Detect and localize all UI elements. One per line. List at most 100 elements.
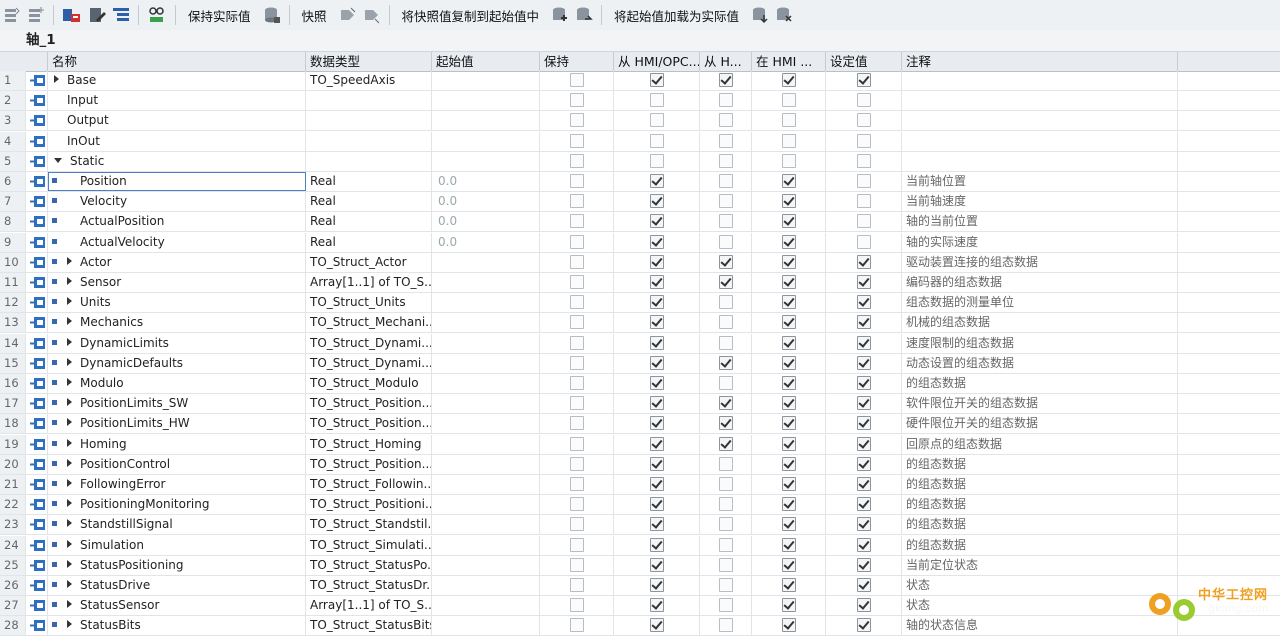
visible-in-hmi-checkbox[interactable]: [782, 295, 796, 310]
table-row[interactable]: 18 PositionLimits_HW TO_Struct_Position...…: [0, 414, 1280, 435]
visible-in-hmi-checkbox[interactable]: [782, 598, 796, 613]
writable-hmi-checkbox[interactable]: [719, 598, 733, 613]
accessible-hmi-opc-checkbox[interactable]: [650, 416, 664, 431]
datatype-cell[interactable]: TO_Struct_Positioni...: [306, 495, 432, 515]
datatype-cell[interactable]: Real: [306, 192, 432, 212]
visible-in-hmi-checkbox[interactable]: [782, 376, 796, 390]
datatype-cell[interactable]: TO_Struct_Position...: [306, 394, 432, 414]
comment-cell[interactable]: 的组态数据: [902, 475, 1178, 494]
retain-checkbox[interactable]: [570, 153, 584, 168]
name-cell[interactable]: Homing: [48, 434, 306, 454]
visible-in-hmi-checkbox[interactable]: [782, 416, 796, 431]
visible-in-hmi-checkbox[interactable]: [782, 396, 796, 411]
start-value-cell[interactable]: [432, 495, 540, 515]
start-value-cell[interactable]: [432, 454, 540, 474]
name-cell[interactable]: Position: [48, 172, 306, 191]
start-value-cell[interactable]: [432, 273, 540, 292]
name-cell[interactable]: Base: [48, 71, 306, 90]
datatype-cell[interactable]: TO_Struct_Dynami...: [306, 333, 432, 353]
header-datatype[interactable]: 数据类型: [306, 52, 432, 71]
snapshot-db-icon[interactable]: [260, 4, 284, 26]
retain-checkbox[interactable]: [570, 537, 584, 552]
datatype-cell[interactable]: Real: [306, 232, 432, 252]
retain-checkbox[interactable]: [570, 456, 584, 471]
retain-checkbox[interactable]: [570, 557, 584, 572]
visible-in-hmi-checkbox[interactable]: [782, 335, 796, 350]
writable-hmi-checkbox[interactable]: [719, 133, 733, 148]
visible-in-hmi-checkbox[interactable]: [782, 456, 796, 471]
table-row[interactable]: 27 StatusSensor Array[1..1] of TO_S... 状态: [0, 596, 1280, 617]
setpoint-checkbox[interactable]: [857, 174, 871, 188]
table-row[interactable]: 9 ActualVelocity Real 0.0 轴的实际速度: [0, 232, 1280, 253]
writable-hmi-checkbox[interactable]: [719, 355, 733, 370]
writable-hmi-checkbox[interactable]: [719, 578, 733, 592]
name-cell[interactable]: StatusSensor: [48, 596, 306, 616]
table-row[interactable]: 1 Base TO_SpeedAxis: [0, 71, 1280, 91]
start-value-cell[interactable]: [432, 353, 540, 373]
accessible-hmi-opc-checkbox[interactable]: [650, 133, 664, 148]
table-row[interactable]: 2 Input: [0, 91, 1280, 112]
name-cell[interactable]: PositionLimits_SW: [48, 394, 306, 414]
datatype-cell[interactable]: TO_Struct_Position...: [306, 414, 432, 434]
start-value-cell[interactable]: [432, 535, 540, 555]
comment-cell[interactable]: 动态设置的组态数据: [902, 353, 1178, 373]
expand-icon[interactable]: [67, 277, 72, 285]
setpoint-checkbox[interactable]: [857, 517, 871, 532]
retain-checkbox[interactable]: [570, 477, 584, 491]
comment-cell[interactable]: 组态数据的测量单位: [902, 293, 1178, 313]
datatype-cell[interactable]: TO_Struct_Dynami...: [306, 353, 432, 373]
name-cell[interactable]: StatusDrive: [48, 576, 306, 595]
table-row[interactable]: 15 DynamicDefaults TO_Struct_Dynami... 动态设置…: [0, 353, 1280, 374]
edit-block-icon[interactable]: [85, 4, 109, 26]
writable-hmi-checkbox[interactable]: [719, 456, 733, 471]
setpoint-checkbox[interactable]: [857, 618, 871, 633]
retain-checkbox[interactable]: [570, 133, 584, 148]
datatype-cell[interactable]: TO_Struct_Modulo: [306, 374, 432, 393]
start-value-cell[interactable]: [432, 293, 540, 313]
retain-checkbox[interactable]: [570, 275, 584, 289]
name-cell[interactable]: DynamicDefaults: [48, 353, 306, 373]
table-row[interactable]: 25 StatusPositioning TO_Struct_StatusPo...…: [0, 555, 1280, 576]
datatype-cell[interactable]: [306, 111, 432, 131]
visible-in-hmi-checkbox[interactable]: [782, 517, 796, 532]
accessible-hmi-opc-checkbox[interactable]: [650, 477, 664, 491]
retain-checkbox[interactable]: [570, 73, 584, 87]
accessible-hmi-opc-checkbox[interactable]: [650, 295, 664, 310]
comment-cell[interactable]: 的组态数据: [902, 374, 1178, 393]
accessible-hmi-opc-checkbox[interactable]: [650, 174, 664, 188]
expand-icon[interactable]: [67, 256, 72, 265]
setpoint-checkbox[interactable]: [857, 194, 871, 209]
accessible-hmi-opc-checkbox[interactable]: [650, 234, 664, 249]
comment-cell[interactable]: [902, 131, 1178, 151]
header-setpoint[interactable]: 设定值: [826, 52, 902, 71]
comment-cell[interactable]: [902, 91, 1178, 111]
start-value-cell[interactable]: [432, 576, 540, 595]
comment-cell[interactable]: [902, 111, 1178, 131]
datatype-cell[interactable]: TO_Struct_StatusDr...: [306, 576, 432, 595]
start-value-cell[interactable]: [432, 475, 540, 494]
name-cell[interactable]: DynamicLimits: [48, 333, 306, 353]
expand-icon[interactable]: [67, 378, 72, 386]
start-value-cell[interactable]: [432, 515, 540, 535]
name-cell[interactable]: StandstillSignal: [48, 515, 306, 535]
retain-checkbox[interactable]: [570, 315, 584, 330]
table-row[interactable]: 5 Static: [0, 151, 1280, 172]
writable-hmi-checkbox[interactable]: [719, 376, 733, 390]
datatype-cell[interactable]: TO_Struct_Position...: [306, 454, 432, 474]
writable-hmi-checkbox[interactable]: [719, 497, 733, 512]
comment-cell[interactable]: 编码器的组态数据: [902, 273, 1178, 292]
retain-checkbox[interactable]: [570, 598, 584, 613]
table-row[interactable]: 14 DynamicLimits TO_Struct_Dynami... 速度限制的组…: [0, 333, 1280, 354]
name-cell[interactable]: PositioningMonitoring: [48, 495, 306, 515]
retain-checkbox[interactable]: [570, 234, 584, 249]
comment-cell[interactable]: [902, 71, 1178, 90]
retain-checkbox[interactable]: [570, 578, 584, 592]
table-row[interactable]: 24 Simulation TO_Struct_Simulati... 的组态数据: [0, 535, 1280, 556]
visible-in-hmi-checkbox[interactable]: [782, 537, 796, 552]
header-visible-in-hmi[interactable]: 在 HMI ...: [752, 52, 826, 71]
comment-cell[interactable]: 轴的当前位置: [902, 212, 1178, 232]
load-start-button[interactable]: 将起始值加载为实际值: [607, 4, 748, 26]
load-db2-icon[interactable]: [772, 4, 796, 26]
reset-start-values-icon[interactable]: [59, 4, 85, 26]
table-row[interactable]: 8 ActualPosition Real 0.0 轴的当前位置: [0, 212, 1280, 233]
